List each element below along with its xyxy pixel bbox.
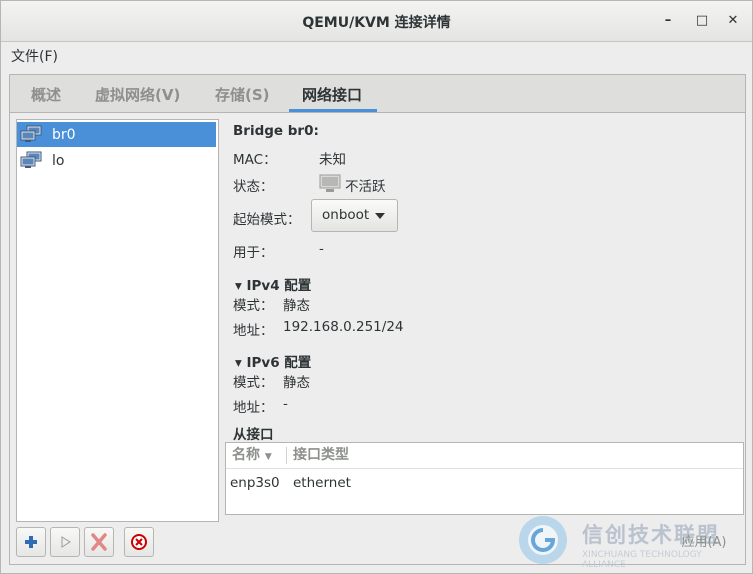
chevron-down-icon [375, 213, 385, 219]
startmode-value: onboot [322, 207, 370, 223]
active-tab-indicator [289, 109, 377, 112]
window-title: QEMU/KVM 连接详情 [302, 15, 451, 31]
interface-row-br0[interactable]: br0 [17, 122, 216, 147]
delete-icon [91, 533, 107, 551]
tab-virtual-networks[interactable]: 虚拟网络(V) [95, 84, 180, 105]
delete-interface-button[interactable] [84, 527, 114, 557]
ipv6-mode-label: 模式： [233, 375, 274, 391]
ipv4-mode-label: 模式： [233, 298, 274, 314]
notebook: 概述 虚拟网络(V) 存储(S) 网络接口 br0 lo Bridge br0:… [9, 74, 746, 565]
title-bar: QEMU/KVM 连接详情 – □ ✕ [1, 1, 752, 42]
menu-bar: 文件(F) [1, 42, 752, 69]
mac-value: 未知 [319, 152, 346, 168]
ipv6-address-value: - [283, 396, 288, 412]
maximize-button[interactable]: □ [694, 13, 710, 29]
ipv6-mode-value: 静态 [283, 375, 310, 391]
state-value: 不活跃 [345, 179, 386, 195]
column-header-type[interactable]: 接口类型 [293, 443, 349, 468]
column-divider [286, 447, 287, 464]
interface-details: Bridge br0: MAC： 未知 状态： 不活跃 起始模式： onboot [223, 113, 744, 564]
slave-interfaces-table: 名称 ▼ 接口类型 enp3s0 ethernet [225, 442, 744, 515]
interface-row-lo[interactable]: lo [17, 148, 216, 173]
monitor-icon [319, 174, 341, 192]
slave-interfaces-header: 从接口 [233, 427, 274, 443]
connection-details-window: QEMU/KVM 连接详情 – □ ✕ 文件(F) 概述 虚拟网络(V) 存储(… [0, 0, 753, 574]
interface-name: br0 [52, 127, 76, 143]
apply-button[interactable]: 应用(A) [673, 532, 735, 560]
expander-arrow-icon: ▾ [235, 355, 242, 371]
table-header: 名称 ▼ 接口类型 [226, 443, 743, 469]
state-label: 状态： [233, 179, 274, 195]
startmode-dropdown[interactable]: onboot [311, 199, 398, 232]
stop-interface-button[interactable] [124, 527, 154, 557]
tab-overview[interactable]: 概述 [31, 84, 61, 105]
details-header: Bridge br0: [233, 123, 319, 139]
stop-icon [131, 534, 147, 550]
sort-down-icon: ▼ [264, 452, 272, 462]
column-header-name[interactable]: 名称 ▼ [232, 443, 272, 468]
network-interface-icon [20, 151, 42, 168]
slave-type: ethernet [293, 475, 351, 491]
inuse-label: 用于： [233, 245, 274, 261]
interface-list: br0 lo [16, 119, 219, 522]
start-interface-button[interactable] [50, 527, 80, 557]
ipv4-expander[interactable]: ▾ IPv4 配置 [235, 274, 311, 294]
table-row[interactable]: enp3s0 ethernet [226, 470, 743, 496]
add-interface-button[interactable] [16, 527, 46, 557]
ipv4-address-label: 地址： [233, 323, 274, 339]
startmode-label: 起始模式： [233, 212, 301, 228]
minimize-button[interactable]: – [660, 13, 676, 29]
tab-network-interfaces[interactable]: 网络接口 [302, 84, 362, 105]
expander-arrow-icon: ▾ [235, 278, 242, 294]
ipv6-header: IPv6 配置 [246, 355, 312, 371]
tab-storage[interactable]: 存储(S) [215, 84, 270, 105]
add-icon [25, 536, 37, 548]
ipv4-address-value: 192.168.0.251/24 [283, 319, 404, 335]
ipv6-expander[interactable]: ▾ IPv6 配置 [235, 351, 311, 371]
close-button[interactable]: ✕ [725, 13, 741, 29]
inuse-value: - [319, 241, 324, 257]
interface-name: lo [52, 153, 65, 169]
play-icon [61, 536, 71, 548]
tab-content: br0 lo Bridge br0: MAC： 未知 状态： 不活跃 起始模式：… [10, 113, 745, 564]
tab-bar: 概述 虚拟网络(V) 存储(S) 网络接口 [10, 75, 745, 113]
alliance-logo-icon [519, 516, 567, 564]
menu-file[interactable]: 文件(F) [11, 46, 58, 66]
network-interface-icon [20, 125, 42, 142]
ipv4-mode-value: 静态 [283, 298, 310, 314]
ipv4-header: IPv4 配置 [246, 278, 312, 294]
ipv6-address-label: 地址： [233, 400, 274, 416]
slave-name: enp3s0 [230, 475, 280, 491]
mac-label: MAC： [233, 152, 277, 168]
